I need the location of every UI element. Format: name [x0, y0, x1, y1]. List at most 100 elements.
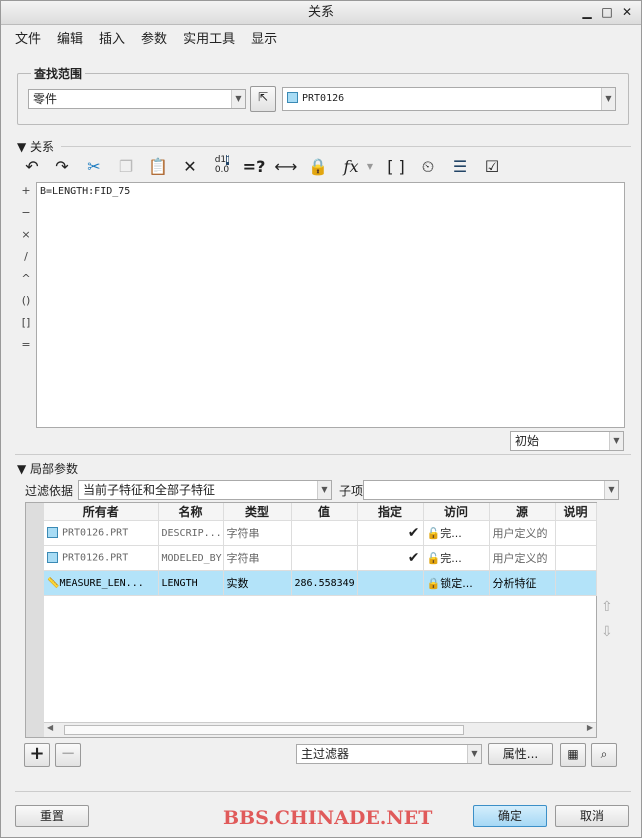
op-brackets[interactable]: [] [19, 316, 33, 329]
menu-bar: 文件 编辑 插入 参数 实用工具 显示 [1, 26, 641, 48]
maximize-button[interactable]: □ [599, 3, 615, 21]
table-icon: ▦ [567, 747, 579, 761]
col-type[interactable]: 类型 [223, 503, 292, 521]
cell-value[interactable] [291, 520, 358, 546]
lookup-type-select[interactable]: 零件 ▼ [28, 89, 246, 109]
execute-icon[interactable]: ☰ [448, 155, 472, 179]
relations-section-toggle[interactable]: ▼ 关系 [17, 138, 54, 155]
col-description[interactable]: 说明 [555, 503, 597, 521]
cell-description[interactable] [555, 570, 597, 596]
chevron-down-icon: ▼ [317, 481, 331, 499]
main-filter-select[interactable]: 主过滤器 ▼ [296, 744, 482, 764]
close-button[interactable]: ✕ [619, 3, 635, 21]
cell-access: 🔒锁定... [423, 570, 490, 596]
ok-button[interactable]: 确定 [473, 805, 547, 827]
cut-icon[interactable]: ✂ [82, 155, 106, 179]
filter-value: 当前子特征和全部子特征 [83, 483, 216, 497]
relation-state-value: 初始 [515, 434, 540, 448]
menu-display[interactable]: 显示 [245, 28, 283, 47]
cell-description[interactable] [555, 545, 597, 571]
col-value[interactable]: 值 [291, 503, 358, 521]
part-icon [47, 552, 58, 564]
lock-open-icon: 🔓 [426, 527, 441, 540]
local-params-label: 局部参数 [30, 462, 79, 476]
move-up-icon[interactable]: ⇧ [601, 599, 613, 615]
menu-parameters[interactable]: 参数 [135, 28, 173, 47]
delete-icon[interactable]: ✕ [178, 155, 202, 179]
cell-owner: PRT0126.PRT [44, 520, 159, 546]
cell-access: 🔓完... [423, 545, 490, 571]
menu-file[interactable]: 文件 [9, 28, 47, 47]
sub-select[interactable]: ▼ [363, 480, 619, 500]
redo-icon[interactable]: ↷ [50, 155, 74, 179]
local-params-toggle[interactable]: ▼ 局部参数 [17, 460, 78, 477]
chevron-down-icon: ▼ [601, 88, 615, 110]
op-equals[interactable]: = [19, 338, 33, 351]
col-source[interactable]: 源 [489, 503, 556, 521]
col-owner[interactable]: 所有者 [44, 503, 159, 521]
relations-editor[interactable]: B=LENGTH:FID_75 [36, 182, 625, 428]
lookup-object-select[interactable]: PRT0126 ▼ [282, 87, 616, 111]
table-row[interactable]: 📏MEASURE_LEN... LENGTH 实数 286.558349 🔒锁定… [44, 570, 597, 596]
cell-designated-checkbox[interactable]: ✔ [357, 545, 424, 571]
cancel-button[interactable]: 取消 [555, 805, 629, 827]
measure-icon[interactable]: ⟷ [274, 155, 298, 179]
evaluate-icon[interactable]: =? [242, 155, 266, 179]
menu-utilities[interactable]: 实用工具 [177, 28, 241, 47]
reset-button[interactable]: 重置 [15, 805, 89, 827]
col-name[interactable]: 名称 [158, 503, 224, 521]
scrollbar-thumb[interactable] [64, 725, 464, 735]
cell-designated-checkbox[interactable]: ✔ [357, 520, 424, 546]
menu-edit[interactable]: 编辑 [51, 28, 89, 47]
lookup-type-value: 零件 [33, 92, 58, 106]
table-columns-button[interactable]: ▦ [560, 743, 586, 767]
paste-icon[interactable]: 📋 [146, 155, 170, 179]
select-pointer-button[interactable]: ⇱ [250, 86, 276, 112]
op-multiply[interactable]: × [19, 228, 33, 241]
col-designated[interactable]: 指定 [357, 503, 424, 521]
lock-icon[interactable]: 🔒 [306, 155, 330, 179]
op-parentheses[interactable]: () [19, 294, 33, 307]
owner-text: PRT0126.PRT [62, 527, 129, 539]
cell-description[interactable] [555, 520, 597, 546]
cell-value[interactable]: 286.558349 [291, 570, 358, 596]
function-icon[interactable]: fx [339, 155, 363, 179]
sub-label: 子项 [339, 484, 364, 498]
function-dropdown[interactable]: ▼ [363, 155, 377, 179]
remove-param-button[interactable]: − [55, 743, 81, 767]
move-down-icon[interactable]: ⇩ [601, 624, 613, 640]
add-param-button[interactable]: + [24, 743, 50, 767]
relation-state-select[interactable]: 初始 ▼ [510, 431, 624, 451]
op-power[interactable]: ^ [19, 272, 33, 285]
relations-label: 关系 [30, 140, 55, 154]
cell-source: 用户定义的 [489, 545, 556, 571]
menu-insert[interactable]: 插入 [93, 28, 131, 47]
table-row[interactable]: PRT0126.PRT DESCRIP... 字符串 ✔ 🔓完... 用户定义的 [44, 520, 597, 546]
minimize-button[interactable]: ▁ [579, 3, 595, 21]
horizontal-scrollbar[interactable]: ◀ ▶ [44, 722, 596, 737]
switch-symbols-icon[interactable]: d1i 0.0 [210, 155, 234, 179]
access-text: 完... [440, 552, 462, 565]
table-row[interactable]: PRT0126.PRT MODELED_BY 字符串 ✔ 🔓完... 用户定义的 [44, 545, 597, 571]
filter-select[interactable]: 当前子特征和全部子特征 ▼ [78, 480, 332, 500]
chevron-down-icon: ▼ [604, 481, 618, 499]
row-header-column [26, 503, 44, 737]
cell-name: MODELED_BY [158, 545, 224, 571]
col-access[interactable]: 访问 [423, 503, 490, 521]
cell-designated-checkbox[interactable] [357, 570, 424, 596]
op-subtract[interactable]: − [19, 206, 33, 219]
find-button[interactable]: ⌕ [591, 743, 617, 767]
sort-relations-icon[interactable]: ⏲ [416, 155, 440, 179]
op-divide[interactable]: / [19, 250, 33, 263]
access-text: 锁定... [440, 577, 473, 590]
params-table-container: 所有者 名称 类型 值 指定 访问 源 说明 PRT0126.PRT DESCR… [25, 502, 597, 738]
binoculars-icon: ⌕ [600, 747, 608, 761]
window-title: 关系 [307, 5, 334, 20]
brackets-icon[interactable]: [ ] [384, 155, 408, 179]
verify-icon[interactable]: ☑ [480, 155, 504, 179]
cell-value[interactable] [291, 545, 358, 571]
copy-icon[interactable]: ❐ [114, 155, 138, 179]
op-add[interactable]: + [19, 184, 33, 197]
properties-button[interactable]: 属性... [488, 743, 553, 765]
undo-icon[interactable]: ↶ [20, 155, 44, 179]
